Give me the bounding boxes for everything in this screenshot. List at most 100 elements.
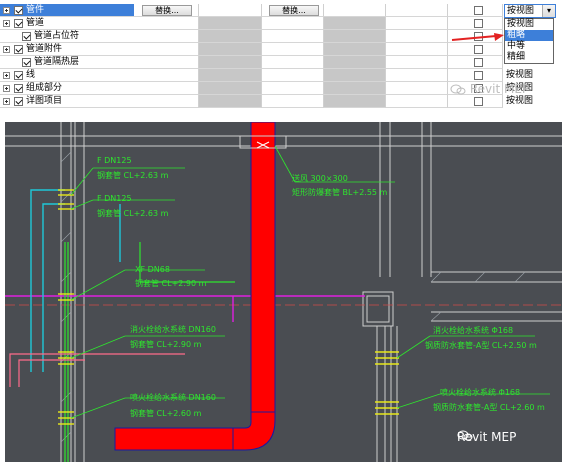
grid-row-pipes[interactable]: 管道 (0, 17, 567, 30)
expand-icon[interactable] (3, 46, 10, 53)
transparency-cell[interactable] (386, 69, 448, 82)
visibility-checkbox[interactable] (14, 97, 23, 106)
transparency-cell[interactable] (386, 17, 448, 30)
lines-cell[interactable] (134, 30, 199, 43)
expand-icon[interactable] (3, 85, 10, 92)
grid-row-lines[interactable]: 线 按视图 (0, 69, 567, 82)
red-arrow-icon (451, 33, 504, 41)
annotation[interactable]: 钢套管 CL+2.90 m (130, 340, 201, 350)
annotation[interactable]: 钢套管 CL+2.63 m (97, 171, 168, 181)
row-name-cell[interactable]: 管道 (0, 17, 134, 30)
annotation[interactable]: XF DN68 (135, 265, 170, 275)
row-label: 管道 (26, 18, 45, 28)
visibility-checkbox[interactable] (22, 58, 31, 67)
row-label: 组成部分 (26, 83, 63, 93)
lines-cell[interactable] (134, 56, 199, 69)
halftone-checkbox[interactable] (474, 58, 483, 67)
transparency-cell[interactable] (386, 30, 448, 43)
annotation[interactable]: 钢质防水套管-A型 CL+2.50 m (425, 341, 537, 351)
cut-lines-cell[interactable] (262, 69, 324, 82)
grid-row-pipe-fittings[interactable]: 管件 替换... 替换... (0, 4, 567, 17)
row-name-cell[interactable]: 管件 (0, 4, 134, 17)
expand-icon[interactable] (3, 7, 10, 14)
wechat-icon (457, 430, 473, 441)
detail-level-select[interactable]: 按视图 ▾ (504, 4, 556, 18)
cut-pattern-cell (324, 69, 386, 82)
wechat-icon (450, 84, 466, 95)
grid-row-detail-items[interactable]: 详图项目 按视图 (0, 95, 567, 108)
lines-cell[interactable] (134, 69, 199, 82)
cut-pattern-cell (324, 43, 386, 56)
cut-lines-cell[interactable] (262, 56, 324, 69)
cut-lines-cell[interactable] (262, 82, 324, 95)
halftone-checkbox[interactable] (474, 97, 483, 106)
transparency-cell[interactable] (386, 4, 448, 17)
halftone-checkbox[interactable] (474, 71, 483, 80)
row-name-cell[interactable]: 管道附件 (0, 43, 134, 56)
cut-pattern-cell (324, 30, 386, 43)
expand-icon[interactable] (3, 20, 10, 27)
annotation[interactable]: 喷火栓给水系统 Φ168 (440, 388, 520, 398)
row-name-cell[interactable]: 详图项目 (0, 95, 134, 108)
annotation[interactable]: 消火栓给水系统 Φ168 (433, 326, 513, 336)
annotation[interactable]: 钢质防水套管-A型 CL+2.60 m (433, 403, 545, 413)
cut-lines-cell[interactable] (262, 95, 324, 108)
halftone-cell (199, 30, 262, 43)
cut-lines-cell[interactable] (262, 43, 324, 56)
annotation[interactable]: 矩形防爆套管 BL+2.55 m (292, 188, 387, 198)
swap-cut-button[interactable]: 替换... (269, 5, 319, 16)
visibility-checkbox[interactable] (14, 45, 23, 54)
cad-plan-view[interactable]: F DN125 钢套管 CL+2.63 m F DN125 钢套管 CL+2.6… (5, 122, 562, 462)
annotation[interactable]: 送风 300×300 (292, 174, 348, 184)
detail-level-dropdown[interactable]: 按视图 粗略 中等 精细 (504, 18, 554, 64)
transparency-cell[interactable] (386, 56, 448, 69)
annotation[interactable]: 钢套管 CL+2.90 m (135, 279, 206, 289)
chevron-down-icon[interactable]: ▾ (542, 5, 555, 17)
halftone-cell[interactable] (199, 4, 262, 17)
row-name-cell[interactable]: 线 (0, 69, 134, 82)
dropdown-option[interactable]: 粗略 (505, 30, 553, 41)
row-label: 详图项目 (26, 96, 63, 106)
transparency-cell[interactable] (386, 43, 448, 56)
visibility-checkbox[interactable] (14, 84, 23, 93)
pink-pipes (9, 353, 185, 387)
annotation[interactable]: F DN125 (97, 194, 132, 204)
lines-cell[interactable] (134, 95, 199, 108)
cut-lines-cell[interactable] (262, 30, 324, 43)
expand-icon[interactable] (3, 98, 10, 105)
row-name-cell[interactable]: 管道占位符 (0, 30, 134, 43)
transparency-cell[interactable] (386, 82, 448, 95)
visibility-graphics-grid: 管件 替换... 替换... 管道 管道占位符 管道附件 管道隔热层 线 按视图… (0, 0, 567, 108)
sleeves (58, 189, 399, 425)
dropdown-option[interactable]: 中等 (505, 41, 553, 52)
visibility-checkbox[interactable] (14, 19, 23, 28)
annotation[interactable]: 消火栓给水系统 DN160 (130, 325, 216, 335)
halftone-checkbox[interactable] (474, 19, 483, 28)
annotation[interactable]: 钢套管 CL+2.63 m (97, 209, 168, 219)
lines-cell[interactable] (134, 43, 199, 56)
detail-level-value[interactable]: 按视图 (503, 69, 555, 82)
visibility-checkbox[interactable] (14, 71, 23, 80)
cut-lines-cell[interactable] (262, 17, 324, 30)
annotation[interactable]: F DN125 (97, 156, 132, 166)
annotation[interactable]: 钢套管 CL+2.60 m (130, 409, 201, 419)
dropdown-option[interactable]: 精细 (505, 52, 553, 63)
expand-icon[interactable] (3, 72, 10, 79)
lines-cell[interactable] (134, 82, 199, 95)
row-name-cell[interactable]: 管道隔热层 (0, 56, 134, 69)
dropdown-option[interactable]: 按视图 (505, 19, 553, 30)
halftone-checkbox[interactable] (474, 6, 483, 15)
transparency-cell[interactable] (386, 95, 448, 108)
swap-pattern-button[interactable]: 替换... (142, 5, 192, 16)
cut-pattern-cell[interactable] (324, 4, 386, 17)
detail-level-value[interactable]: 按视图 (503, 95, 555, 108)
annotation[interactable]: 喷火栓给水系统 DN160 (130, 393, 216, 403)
visibility-checkbox[interactable] (22, 32, 31, 41)
halftone-cell (199, 56, 262, 69)
halftone-cell (199, 82, 262, 95)
grid-row-pipe-insulation[interactable]: 管道隔热层 (0, 56, 567, 69)
halftone-cell (199, 69, 262, 82)
lines-cell[interactable] (134, 17, 199, 30)
visibility-checkbox[interactable] (14, 6, 23, 15)
row-name-cell[interactable]: 组成部分 (0, 82, 134, 95)
